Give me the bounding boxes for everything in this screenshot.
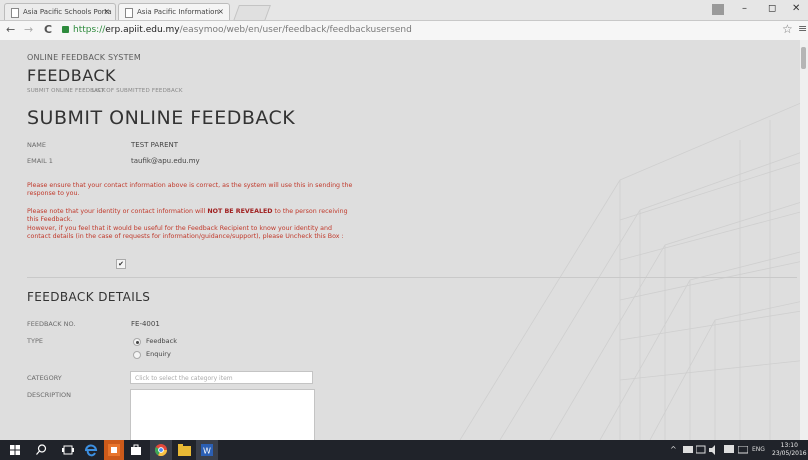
browser-menu-icon[interactable]: ≡ bbox=[798, 22, 807, 35]
scrollbar-thumb[interactable] bbox=[801, 47, 806, 69]
name-value: TEST PARENT bbox=[131, 141, 179, 149]
system-clock[interactable]: 13:10 23/05/2016 bbox=[772, 442, 807, 458]
browser-tab-strip: Asia Pacific Schools Porta × Asia Pacifi… bbox=[0, 0, 808, 21]
back-arrow-icon[interactable]: ← bbox=[6, 23, 15, 36]
url-text: https://erp.apiit.edu.my/easymoo/web/en/… bbox=[73, 23, 412, 38]
word-icon: W bbox=[201, 444, 213, 456]
task-view-icon[interactable] bbox=[62, 445, 74, 455]
url-field[interactable]: https://erp.apiit.edu.my/easymoo/web/en/… bbox=[62, 23, 774, 38]
lock-icon bbox=[62, 26, 69, 33]
windows-taskbar: W ^ 13:10 23/05/2016 bbox=[0, 440, 808, 460]
privacy-notice-line2: However, if you feel that it would be us… bbox=[27, 224, 344, 241]
description-textarea[interactable] bbox=[130, 389, 315, 440]
windows-start-icon[interactable] bbox=[10, 445, 20, 455]
type-enquiry-label[interactable]: Enquiry bbox=[146, 350, 171, 358]
keyboard-icon[interactable] bbox=[738, 446, 748, 454]
category-label: CATEGORY bbox=[27, 374, 62, 382]
clock-date: 23/05/2016 bbox=[772, 450, 807, 457]
feedback-no-value: FE-4001 bbox=[131, 320, 160, 328]
type-label: TYPE bbox=[27, 337, 43, 345]
url-scheme: https:// bbox=[73, 25, 106, 35]
close-tab-icon[interactable]: × bbox=[103, 4, 110, 20]
address-toolbar: ← → C https://erp.apiit.edu.my/easymoo/w… bbox=[0, 21, 808, 41]
action-center-icon[interactable] bbox=[696, 445, 706, 455]
taskbar-app-word[interactable]: W bbox=[196, 440, 218, 460]
url-path: /easymoo/web/en/user/feedback/feedbackus… bbox=[179, 25, 412, 35]
close-tab-icon[interactable]: × bbox=[217, 4, 224, 20]
privacy-notice: Please note that your identity or contac… bbox=[27, 208, 357, 242]
category-input[interactable]: Click to select the category item bbox=[130, 371, 313, 384]
maximize-icon[interactable]: ◻ bbox=[768, 3, 776, 14]
subnav-list-submitted-feedback[interactable]: LIST OF SUBMITTED FEEDBACK bbox=[92, 88, 183, 94]
tab-schools-portal[interactable]: Asia Pacific Schools Porta × bbox=[4, 3, 116, 20]
section-divider bbox=[27, 277, 797, 278]
show-hidden-icons-icon[interactable]: ^ bbox=[670, 445, 677, 454]
network-icon[interactable] bbox=[683, 446, 693, 454]
minimize-icon[interactable]: – bbox=[742, 3, 747, 14]
search-icon[interactable] bbox=[36, 444, 47, 455]
volume-icon[interactable] bbox=[709, 445, 721, 455]
tab-title: Asia Pacific Schools Porta bbox=[23, 8, 112, 16]
store-bag-icon[interactable] bbox=[130, 444, 142, 456]
privacy-notice-bold: NOT BE REVEALED bbox=[207, 208, 273, 215]
bookmark-star-icon[interactable]: ☆ bbox=[782, 22, 793, 36]
edge-browser-icon[interactable] bbox=[84, 443, 98, 457]
chrome-icon bbox=[155, 444, 167, 456]
page-content: ONLINE FEEDBACK SYSTEM FEEDBACK SUBMIT O… bbox=[0, 40, 808, 440]
type-feedback-label[interactable]: Feedback bbox=[146, 337, 177, 345]
url-domain: erp.apiit.edu.my bbox=[105, 25, 180, 35]
taskbar-app-chrome[interactable] bbox=[150, 440, 172, 460]
email-label: EMAIL 1 bbox=[27, 157, 53, 165]
page-title: SUBMIT ONLINE FEEDBACK bbox=[27, 107, 296, 129]
page-icon bbox=[11, 8, 19, 18]
language-indicator[interactable]: ENG bbox=[752, 446, 765, 453]
privacy-notice-prefix: Please note that your identity or contac… bbox=[27, 208, 208, 215]
radio-selected-dot bbox=[135, 340, 139, 344]
page-icon bbox=[125, 8, 133, 18]
page-scrollbar[interactable] bbox=[800, 40, 808, 440]
close-window-icon[interactable]: ✕ bbox=[792, 3, 800, 14]
tab-information-system[interactable]: Asia Pacific Information × bbox=[118, 3, 230, 20]
svg-text:W: W bbox=[203, 447, 211, 456]
taskbar-app-office[interactable] bbox=[104, 440, 124, 460]
notification-icon[interactable] bbox=[724, 445, 734, 455]
anonymous-checkbox[interactable]: ✔ bbox=[116, 259, 126, 269]
reload-icon[interactable]: C bbox=[44, 23, 52, 36]
clock-time: 13:10 bbox=[780, 442, 798, 449]
type-feedback-radio[interactable] bbox=[133, 338, 141, 346]
user-profile-icon[interactable] bbox=[712, 4, 724, 15]
tab-title: Asia Pacific Information bbox=[137, 8, 219, 16]
contact-notice: Please ensure that your contact informat… bbox=[27, 182, 353, 198]
email-value: taufik@apu.edu.my bbox=[131, 157, 200, 165]
file-explorer-icon[interactable] bbox=[178, 444, 191, 456]
new-tab-button[interactable] bbox=[233, 5, 271, 21]
forward-arrow-icon[interactable]: → bbox=[24, 23, 33, 36]
name-label: NAME bbox=[27, 141, 47, 149]
type-enquiry-radio[interactable] bbox=[133, 351, 141, 359]
system-label: ONLINE FEEDBACK SYSTEM bbox=[27, 53, 142, 62]
feedback-details-heading: FEEDBACK DETAILS bbox=[27, 290, 151, 304]
description-label: DESCRIPTION bbox=[27, 391, 71, 399]
office-app-icon bbox=[108, 444, 120, 456]
feedback-no-label: FEEDBACK NO. bbox=[27, 320, 76, 328]
module-title: FEEDBACK bbox=[27, 66, 117, 85]
building-background-illustration bbox=[459, 99, 808, 440]
